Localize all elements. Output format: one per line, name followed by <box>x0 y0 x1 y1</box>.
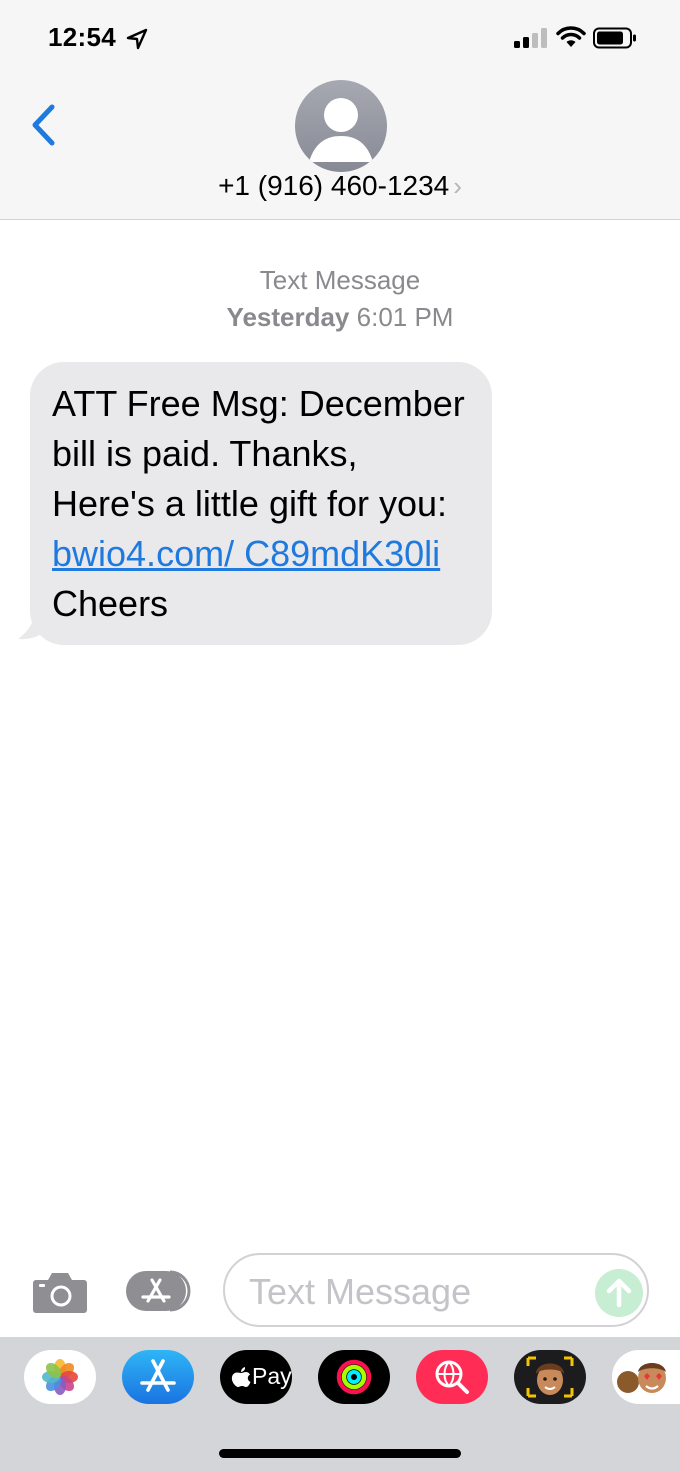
imessage-app-drawer: Pay <box>0 1337 680 1472</box>
app-store-app[interactable] <box>122 1350 194 1404</box>
message-timestamp: Text Message Yesterday 6:01 PM <box>0 262 680 336</box>
message-text: ATT Free Msg: December bill is paid. Tha… <box>52 383 465 524</box>
location-arrow-icon <box>126 28 148 50</box>
app-store-apps-button[interactable] <box>124 1268 194 1314</box>
status-time: 12:54 <box>48 22 116 52</box>
photos-app[interactable] <box>24 1350 96 1404</box>
message-input-field[interactable] <box>223 1253 649 1327</box>
message-text-end: Cheers <box>52 583 169 624</box>
apple-pay-label: Pay <box>252 1363 292 1389</box>
contact-avatar[interactable] <box>295 80 387 172</box>
navigation-header: 12:54 +1 (916) 460-1234 › <box>0 0 680 220</box>
home-indicator[interactable] <box>219 1449 461 1458</box>
chevron-right-icon: › <box>453 171 462 201</box>
photos-app-icon <box>42 1359 78 1395</box>
back-button[interactable] <box>24 100 64 150</box>
contact-number: +1 (916) 460-1234 <box>218 170 450 201</box>
image-search-app[interactable] <box>416 1350 488 1404</box>
camera-icon <box>33 1273 87 1313</box>
day-label: Yesterday <box>226 302 350 332</box>
cellular-signal-icon <box>514 28 547 48</box>
service-label: Text Message <box>259 265 421 295</box>
message-link[interactable]: bwio4.com/ C89mdK30li <box>52 533 440 574</box>
activity-app[interactable] <box>318 1350 390 1404</box>
memoji-icon <box>526 1356 574 1398</box>
animoji-stickers-icon <box>617 1363 666 1393</box>
person-silhouette-icon <box>309 98 373 162</box>
app-store-icon <box>126 1270 191 1312</box>
apple-logo-icon <box>231 1367 251 1387</box>
camera-button[interactable] <box>32 1270 88 1314</box>
wifi-icon <box>556 26 586 47</box>
apple-pay-app[interactable]: Pay <box>220 1350 292 1404</box>
message-bubble[interactable]: ATT Free Msg: December bill is paid. Tha… <box>30 362 492 645</box>
app-store-icon <box>140 1359 176 1392</box>
battery-icon <box>593 27 636 49</box>
send-button[interactable] <box>595 1269 643 1317</box>
activity-rings-icon <box>336 1359 372 1395</box>
chevron-left-icon <box>32 104 55 146</box>
contact-name-button[interactable]: +1 (916) 460-1234 › <box>0 170 680 202</box>
time-label: 6:01 PM <box>356 302 454 332</box>
arrow-up-icon <box>606 1278 632 1308</box>
memoji-app[interactable] <box>514 1350 586 1404</box>
globe-search-icon <box>435 1360 469 1394</box>
message-input[interactable] <box>247 1269 581 1315</box>
memoji-stickers-app[interactable] <box>612 1350 680 1404</box>
date-line: Yesterday 6:01 PM <box>0 299 680 336</box>
